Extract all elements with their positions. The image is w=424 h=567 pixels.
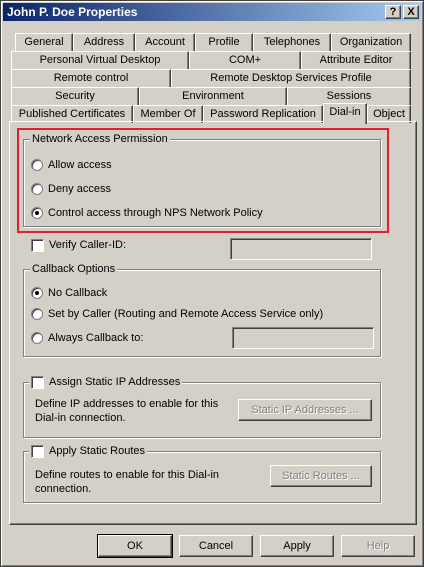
static-ip-description-line-2: Dial-in connection. <box>35 412 126 424</box>
deny-access-option[interactable]: Deny access <box>31 181 111 197</box>
tab-remote-desktop-services-profile[interactable]: Remote Desktop Services Profile <box>171 69 411 87</box>
verify-caller-id-option[interactable]: Verify Caller-ID: <box>31 237 126 253</box>
static-routes-label: Apply Static Routes <box>49 445 145 457</box>
set-by-caller-radio[interactable] <box>31 308 43 320</box>
help-icon[interactable]: ? <box>385 5 401 19</box>
tab-address[interactable]: Address <box>73 33 135 51</box>
tab-profile[interactable]: Profile <box>195 33 253 51</box>
no-callback-label: No Callback <box>48 287 108 299</box>
callback-legend: Callback Options <box>30 263 118 276</box>
no-callback-option[interactable]: No Callback <box>31 285 107 301</box>
tab-environment[interactable]: Environment <box>139 87 287 105</box>
always-callback-option[interactable]: Always Callback to: <box>31 330 143 346</box>
deny-access-label: Deny access <box>48 183 111 195</box>
tab-security[interactable]: Security <box>11 87 139 105</box>
verify-caller-id-checkbox[interactable] <box>31 238 44 252</box>
tab-attribute-editor[interactable]: Attribute Editor <box>301 51 411 69</box>
static-routes-option[interactable]: Apply Static Routes <box>29 443 147 459</box>
always-callback-radio[interactable] <box>31 332 43 344</box>
ok-button[interactable]: OK <box>97 534 173 558</box>
static-ip-description-line-1: Define IP addresses to enable for this <box>35 398 219 410</box>
close-icon[interactable]: X <box>403 5 419 19</box>
static-routes-description: Define routes to enable for this Dial-in… <box>35 468 219 496</box>
tab-row-1: General Address Account Profile Telephon… <box>9 33 417 51</box>
tab-row-3: Remote control Remote Desktop Services P… <box>9 69 417 87</box>
nps-policy-label: Control access through NPS Network Polic… <box>48 207 263 219</box>
static-ip-description: Define IP addresses to enable for this D… <box>35 397 218 425</box>
nps-policy-option[interactable]: Control access through NPS Network Polic… <box>31 205 263 221</box>
tab-account[interactable]: Account <box>135 33 195 51</box>
help-button[interactable]: Help <box>341 535 415 557</box>
tab-dial-in[interactable]: Dial-in <box>323 103 367 124</box>
tab-row-2: Personal Virtual Desktop COM+ Attribute … <box>9 51 417 69</box>
caller-id-field[interactable] <box>230 238 372 260</box>
cancel-button[interactable]: Cancel <box>179 535 253 557</box>
tab-remote-control[interactable]: Remote control <box>11 69 171 87</box>
allow-access-radio[interactable] <box>31 159 43 171</box>
no-callback-radio[interactable] <box>31 287 43 299</box>
verify-caller-id-label: Verify Caller-ID: <box>49 239 127 251</box>
window-title: John P. Doe Properties <box>7 5 138 19</box>
tab-telephones[interactable]: Telephones <box>253 33 331 51</box>
callback-number-field[interactable] <box>232 327 374 349</box>
deny-access-radio[interactable] <box>31 183 43 195</box>
nps-policy-radio[interactable] <box>31 207 43 219</box>
static-routes-checkbox[interactable] <box>31 444 44 458</box>
network-access-legend: Network Access Permission <box>30 133 170 146</box>
title-bar[interactable]: John P. Doe Properties ? X <box>3 3 421 21</box>
tab-com-plus[interactable]: COM+ <box>189 51 301 69</box>
properties-dialog: John P. Doe Properties ? X General Addre… <box>0 0 424 567</box>
tab-organization[interactable]: Organization <box>331 33 411 51</box>
tab-personal-virtual-desktop[interactable]: Personal Virtual Desktop <box>11 51 189 69</box>
static-ip-checkbox[interactable] <box>31 375 44 389</box>
allow-access-label: Allow access <box>48 159 112 171</box>
set-by-caller-option[interactable]: Set by Caller (Routing and Remote Access… <box>31 306 323 322</box>
set-by-caller-label: Set by Caller (Routing and Remote Access… <box>48 308 324 320</box>
static-routes-description-line-2: connection. <box>35 483 92 495</box>
static-ip-label: Assign Static IP Addresses <box>49 376 181 388</box>
static-routes-button[interactable]: Static Routes ... <box>270 465 372 487</box>
tab-general[interactable]: General <box>15 33 73 51</box>
allow-access-option[interactable]: Allow access <box>31 157 112 173</box>
static-routes-description-line-1: Define routes to enable for this Dial-in <box>35 469 220 481</box>
static-ip-option[interactable]: Assign Static IP Addresses <box>29 374 183 390</box>
always-callback-label: Always Callback to: <box>48 332 144 344</box>
apply-button[interactable]: Apply <box>260 535 334 557</box>
static-ip-button[interactable]: Static IP Addresses ... <box>238 399 372 421</box>
